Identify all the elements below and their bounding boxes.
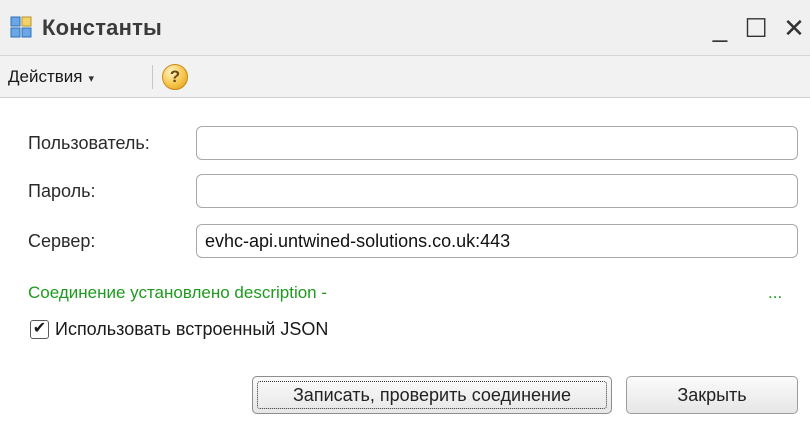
close-button[interactable]: Закрыть [626,376,798,414]
window-title: Константы [42,15,163,40]
minimize-icon: _ [712,12,728,43]
connection-status-ellipsis: ... [768,283,783,302]
app-grid-icon [10,16,32,38]
help-button[interactable]: ? [162,64,188,90]
user-input[interactable] [196,126,798,160]
constants-window: Константы _ ☐ ✕ Действия ▾ ? Пользовател… [0,0,810,436]
user-label: Пользователь: [28,133,150,153]
redacted-area [412,283,768,303]
use-builtin-json-option[interactable]: ✔ Использовать встроенный JSON [30,317,328,341]
maximize-icon: ☐ [744,12,768,43]
title-bar: Константы _ ☐ ✕ [0,0,810,56]
save-check-connection-label: Записать, проверить соединение [292,384,572,405]
server-label: Сервер: [28,231,96,251]
chevron-down-icon: ▾ [88,72,95,85]
close-icon: ✕ [783,12,805,43]
close-window-button[interactable]: ✕ [776,10,810,46]
help-icon: ? [169,67,181,86]
server-input[interactable] [196,224,798,258]
close-button-label: Закрыть [677,384,747,405]
toolbar-divider [152,65,153,89]
use-builtin-json-checkbox[interactable]: ✔ [30,319,49,339]
actions-menu-label: Действия [8,67,83,86]
save-check-connection-button[interactable]: Записать, проверить соединение [252,376,612,414]
password-input[interactable] [196,174,798,208]
actions-menu-button[interactable]: Действия ▾ [8,64,94,90]
password-label: Пароль: [28,181,96,201]
toolbar: Действия ▾ ? [0,56,810,98]
maximize-button[interactable]: ☐ [738,10,774,46]
connection-status: Соединение установлено description - [28,283,328,302]
checkmark-icon: ✔ [32,320,47,337]
use-builtin-json-label: Использовать встроенный JSON [55,318,329,339]
form-content: Пользователь: Пароль: Сервер: Соединение… [0,99,810,436]
minimize-button[interactable]: _ [702,10,738,46]
